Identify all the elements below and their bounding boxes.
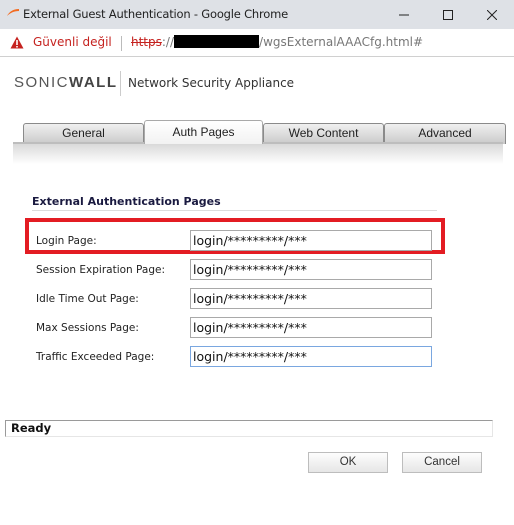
status-bar: Ready	[5, 420, 493, 437]
product-name: Network Security Appliance	[128, 76, 295, 90]
traffic-exceeded-page-input[interactable]	[190, 346, 432, 367]
minimize-icon	[399, 14, 409, 15]
minimize-button[interactable]	[382, 0, 426, 29]
url-path: /wgsExternalAAACfg.html#	[259, 35, 424, 49]
tab-panel-shade	[13, 144, 503, 164]
logo-light: SONIC	[14, 74, 70, 91]
maximize-button[interactable]	[426, 0, 470, 29]
traffic-exceeded-page-label: Traffic Exceeded Page:	[36, 351, 155, 363]
tab-auth-pages[interactable]: Auth Pages	[144, 120, 263, 144]
url-scheme: https	[131, 35, 162, 49]
close-button[interactable]	[470, 0, 514, 29]
close-icon	[487, 9, 497, 20]
idle-time-out-page-input[interactable]	[190, 288, 432, 309]
tab-bar: General Auth Pages Web Content Advanced	[13, 120, 506, 144]
login-page-input[interactable]	[190, 230, 432, 251]
max-sessions-page-label: Max Sessions Page:	[36, 322, 139, 334]
address-bar[interactable]: Güvenli değil https:// /wgsExternalAAACfg…	[0, 29, 514, 57]
maximize-icon	[443, 9, 453, 20]
url-scheme-separator: ://	[161, 35, 175, 49]
ok-button[interactable]: OK	[308, 452, 388, 473]
section-divider	[32, 210, 437, 211]
logo-bold: WALL	[69, 74, 118, 91]
window-title: External Guest Authentication - Google C…	[23, 7, 288, 21]
session-expiration-page-input[interactable]	[190, 259, 432, 280]
redacted-host	[174, 35, 260, 48]
section-title: External Authentication Pages	[32, 195, 221, 208]
max-sessions-page-input[interactable]	[190, 317, 432, 338]
tab-general[interactable]: General	[23, 123, 144, 144]
session-expiration-page-label: Session Expiration Page:	[36, 264, 165, 276]
address-separator	[121, 36, 122, 51]
login-page-label: Login Page:	[36, 235, 97, 247]
url-text[interactable]: https:// /wgsExternalAAACfg.html#	[131, 35, 423, 49]
sonicwall-swoosh-icon	[7, 9, 19, 16]
sonicwall-logo: SONICWALL	[14, 74, 118, 91]
window-titlebar: External Guest Authentication - Google C…	[0, 0, 514, 29]
warning-triangle-icon	[10, 36, 24, 49]
security-status[interactable]: Güvenli değil	[33, 35, 112, 49]
tab-advanced[interactable]: Advanced	[384, 123, 506, 144]
logo-divider	[120, 71, 121, 96]
tab-web-content[interactable]: Web Content	[263, 123, 384, 144]
idle-time-out-page-label: Idle Time Out Page:	[36, 293, 139, 305]
cancel-button[interactable]: Cancel	[402, 452, 482, 473]
